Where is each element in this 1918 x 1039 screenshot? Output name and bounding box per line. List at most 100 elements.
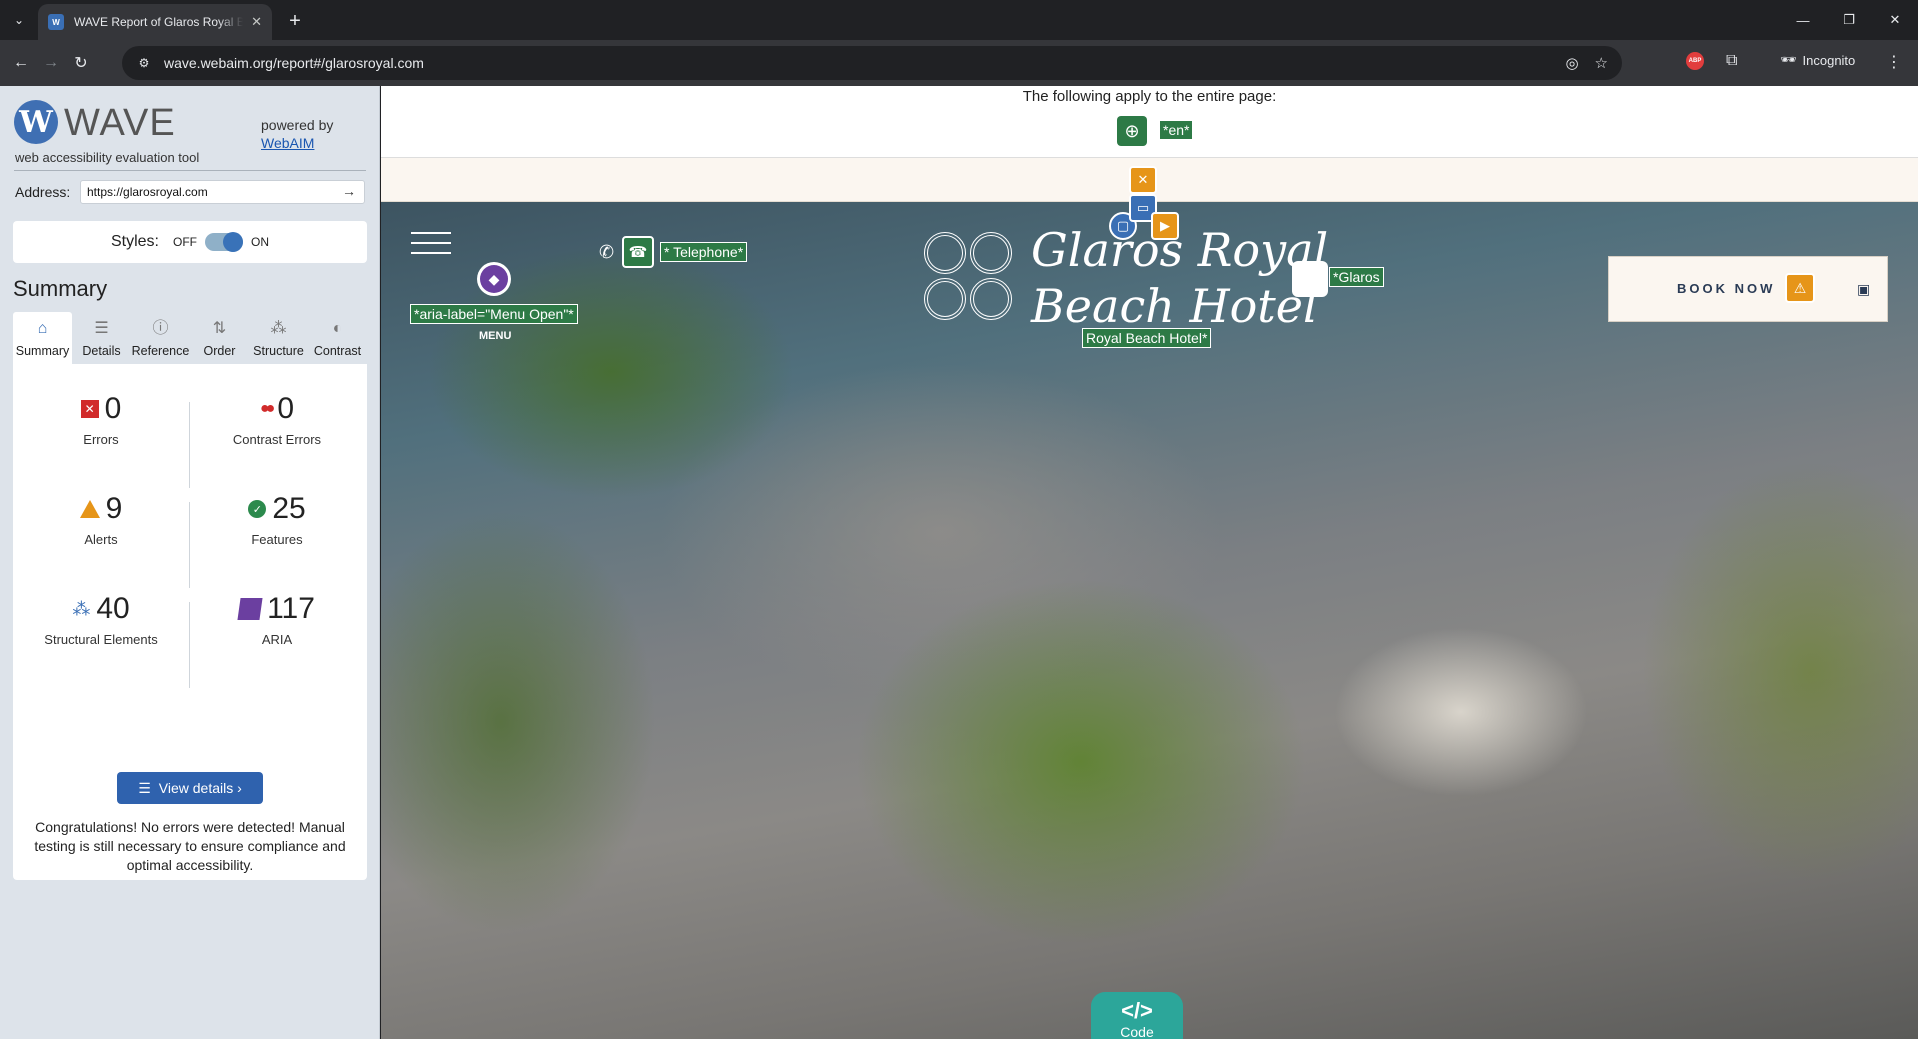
report-content: The following apply to the entire page: … <box>381 86 1918 1039</box>
contrast-error-icon: ●● <box>259 400 275 417</box>
book-alert-icon[interactable]: ⚠ <box>1785 273 1815 303</box>
contrast-errors-label: Contrast Errors <box>232 432 322 447</box>
browser-toolbar: ← → ↻ ⚙ wave.webaim.org/report#/glarosro… <box>0 40 1918 86</box>
book-now-label: BOOK NOW <box>1677 281 1776 296</box>
toggle-knob <box>223 232 243 252</box>
brand-label-2: Royal Beach Hotel* <box>1082 328 1212 348</box>
address-input[interactable]: https://glarosroyal.com <box>80 180 365 204</box>
webaim-link[interactable]: WebAIM <box>261 134 333 152</box>
reload-icon[interactable]: ↻ <box>68 50 94 76</box>
eye-off-icon[interactable]: ◎ <box>1565 54 1578 72</box>
book-now-button[interactable]: BOOK NOW ⚠ ▣ <box>1608 256 1888 322</box>
stat-contrast-errors[interactable]: ●● 0 Contrast Errors <box>193 392 361 447</box>
wave-icon-cluster: ✕ ▢ ▭ ▶ <box>1109 166 1179 250</box>
menu-hamburger-icon[interactable] <box>411 232 451 262</box>
tab-summary[interactable]: ⌂ Summary <box>13 312 72 364</box>
aria-tag-icon[interactable]: ◆ <box>477 262 511 296</box>
minimize-icon[interactable]: — <box>1780 0 1826 40</box>
aria-count: 117 <box>267 592 315 625</box>
tab-details-label: Details <box>82 344 121 358</box>
site-info-icon[interactable]: ⚙ <box>136 55 152 71</box>
tab-summary-label: Summary <box>15 344 70 358</box>
menu-text[interactable]: MENU <box>479 330 511 342</box>
alerts-count: 9 <box>105 492 123 525</box>
extensions-puzzle-icon[interactable]: ⧉ <box>1726 52 1737 70</box>
address-go-arrow-icon[interactable]: → <box>342 183 356 199</box>
apply-text: The following apply to the entire page: <box>1022 88 1277 105</box>
calendar-icon: ▣ <box>1857 281 1871 297</box>
code-toggle-button[interactable]: </> Code <box>1091 992 1183 1039</box>
page-wide-bar: The following apply to the entire page: … <box>381 86 1918 158</box>
contrast-icon: ◐ <box>332 320 343 337</box>
bookmark-star-icon[interactable]: ☆ <box>1595 54 1608 72</box>
stat-features[interactable]: ✓ 25 Features <box>193 492 361 547</box>
youtube-alert-icon[interactable]: ▶ <box>1151 212 1179 240</box>
adblock-extension-icon[interactable]: ABP <box>1686 52 1704 70</box>
code-icon: </> <box>1121 998 1153 1023</box>
styles-toggle-box: Styles: OFF ON <box>13 221 367 263</box>
window-controls: — ❐ ✕ <box>1780 0 1918 40</box>
stat-errors[interactable]: ✕ 0 Errors <box>17 392 185 447</box>
summary-heading: Summary <box>13 276 108 301</box>
tab-contrast-label: Contrast <box>313 344 362 358</box>
error-icon: ✕ <box>80 400 99 418</box>
hotel-brand-name[interactable]: Glaros Royal Beach Hotel <box>1031 222 1328 334</box>
url-text: wave.webaim.org/report#/glarosroyal.com <box>164 55 424 71</box>
tab-structure-label: Structure <box>253 344 304 358</box>
features-count: 25 <box>272 492 306 525</box>
browser-menu-icon[interactable]: ⋮ <box>1886 52 1902 72</box>
address-bar[interactable]: ⚙ wave.webaim.org/report#/glarosroyal.co… <box>122 46 1622 80</box>
incognito-icon: 🕶 <box>1780 52 1797 67</box>
tab-title: WAVE Report of Glaros Royal Beach Hotel <box>74 15 244 29</box>
stat-divider <box>189 502 190 588</box>
language-globe-icon[interactable]: ⊕ <box>1117 116 1147 146</box>
brand-label-1: *Glaros <box>1329 267 1384 287</box>
tab-close-icon[interactable]: ✕ <box>251 14 262 30</box>
tab-order[interactable]: ⇅ Order <box>190 312 249 364</box>
powered-by: powered by WebAIM <box>261 116 333 152</box>
contrast-errors-count: 0 <box>277 392 294 425</box>
brand-line-1: Glaros Royal <box>1031 223 1329 277</box>
list-icon: ☰ <box>138 779 151 796</box>
hotel-logo-icon[interactable] <box>924 232 1014 322</box>
aria-label: ARIA <box>261 632 293 647</box>
language-label: *en* <box>1159 120 1194 140</box>
restore-icon[interactable]: ❐ <box>1826 0 1872 40</box>
structure-icon: ⁂ <box>72 598 91 619</box>
summary-panel: ⌂ Summary ☰ Details ⓘ Reference ⇅ Order … <box>13 312 367 880</box>
view-details-label: View details › <box>158 780 242 796</box>
telephone-feature-icon[interactable]: ☎ <box>622 236 654 268</box>
tab-reference[interactable]: ⓘ Reference <box>131 312 190 364</box>
styles-on-label: ON <box>251 235 269 249</box>
styles-off-label: OFF <box>173 235 197 249</box>
styles-toggle[interactable] <box>205 232 243 252</box>
stat-aria[interactable]: 117 ARIA <box>193 592 361 647</box>
view-details-button[interactable]: ☰ View details › <box>117 772 263 804</box>
stat-alerts[interactable]: 9 Alerts <box>17 492 185 547</box>
tab-reference-label: Reference <box>131 344 190 358</box>
tab-search-icon[interactable]: ⌄ <box>6 9 32 31</box>
phone-icon[interactable]: ✆ <box>599 242 614 263</box>
wave-tabs: ⌂ Summary ☰ Details ⓘ Reference ⇅ Order … <box>13 312 367 364</box>
back-icon[interactable]: ← <box>8 50 34 76</box>
congrats-message: Congratulations! No errors were detected… <box>34 819 346 873</box>
alert-close-icon[interactable]: ✕ <box>1129 166 1157 194</box>
powered-by-text: powered by <box>261 117 334 133</box>
structural-label: Structural Elements <box>44 632 158 647</box>
incognito-indicator[interactable]: 🕶 Incognito <box>1780 52 1855 68</box>
forward-icon[interactable]: → <box>38 50 64 76</box>
browser-tab-bar: ⌄ W WAVE Report of Glaros Royal Beach Ho… <box>0 0 1918 40</box>
window-close-icon[interactable]: ✕ <box>1872 0 1918 40</box>
wave-favicon-icon: W <box>48 14 64 30</box>
wave-tagline: web accessibility evaluation tool <box>15 150 200 165</box>
features-label: Features <box>251 532 303 547</box>
errors-label: Errors <box>83 432 119 447</box>
tab-contrast[interactable]: ◐ Contrast <box>308 312 367 364</box>
tab-structure[interactable]: ⁂ Structure <box>249 312 308 364</box>
wave-sidebar: W WAVE web accessibility evaluation tool… <box>0 86 380 1039</box>
tab-order-label: Order <box>203 344 236 358</box>
new-tab-icon[interactable]: + <box>282 8 308 34</box>
browser-tab-active[interactable]: W WAVE Report of Glaros Royal Beach Hote… <box>38 4 272 40</box>
tab-details[interactable]: ☰ Details <box>72 312 131 364</box>
stat-structural[interactable]: ⁂ 40 Structural Elements <box>17 592 185 647</box>
